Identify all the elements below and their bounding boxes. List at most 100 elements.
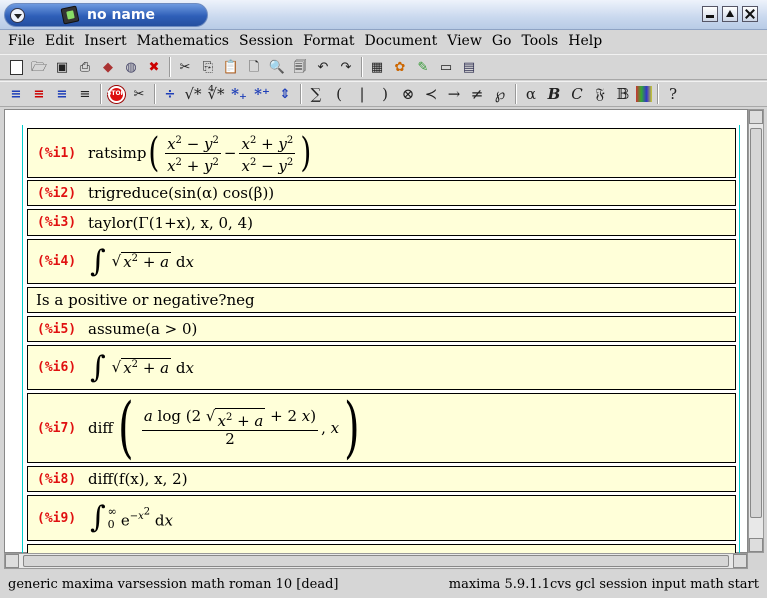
nth-root-icon[interactable]: ∜*: [206, 84, 226, 104]
scroll-down-icon[interactable]: [749, 538, 763, 552]
align-right-icon[interactable]: ≡: [52, 84, 72, 104]
stop-icon[interactable]: STOP: [106, 84, 126, 104]
paste-icon[interactable]: 📋: [221, 57, 241, 77]
find-replace-icon[interactable]: 🗐: [290, 57, 310, 77]
status-bar: generic maxima varsession math roman 10 …: [0, 570, 767, 598]
scroll-thumb[interactable]: [23, 555, 729, 567]
menu-go[interactable]: Go: [487, 33, 517, 49]
session-cell[interactable]: (%i7) diff ( a log (2 √ x2 + a + 2 x) 2 ,…: [27, 393, 736, 463]
minimize-button[interactable]: [702, 6, 718, 22]
left-paren-icon[interactable]: (: [329, 84, 349, 104]
above-below-icon[interactable]: ⇕: [275, 84, 295, 104]
menu-tools[interactable]: Tools: [516, 33, 563, 49]
fraction: x2 + y2 x2 − y2: [239, 132, 296, 175]
integral-sign: ∫: [90, 500, 106, 535]
align-left-icon[interactable]: ≡: [6, 84, 26, 104]
cut-icon[interactable]: ✂: [175, 57, 195, 77]
align-center-icon[interactable]: ≡: [29, 84, 49, 104]
session-cell[interactable]: (%i8) diff(f(x), x, 2): [27, 466, 736, 492]
pencil-icon[interactable]: ✎: [413, 57, 433, 77]
right-paren-icon[interactable]: ): [375, 84, 395, 104]
arrow-icon[interactable]: →: [444, 84, 464, 104]
horizontal-scrollbar[interactable]: [4, 553, 748, 569]
book-icon[interactable]: ◆: [98, 57, 118, 77]
table-icon[interactable]: ▦: [367, 57, 387, 77]
session-cell[interactable]: (%i9) ∫ ∞ 0 e−x2 dx: [27, 495, 736, 541]
calligraphic-icon[interactable]: C: [567, 84, 587, 104]
bold-icon[interactable]: B: [544, 84, 564, 104]
fraction-icon[interactable]: ÷: [160, 84, 180, 104]
input-expression[interactable]: ∫ √ x2 + a dx: [88, 352, 194, 383]
window-menu-icon[interactable]: [10, 8, 25, 23]
menu-mathematics[interactable]: Mathematics: [132, 33, 234, 49]
menu-format[interactable]: Format: [298, 33, 359, 49]
undo-icon[interactable]: ↶: [313, 57, 333, 77]
sum-icon[interactable]: ∑: [306, 84, 326, 104]
status-left: generic maxima varsession math roman 10 …: [8, 576, 339, 592]
session-cell[interactable]: (%i3) taylor(Γ(1+x), x, 0, 4): [27, 209, 736, 236]
input-expression[interactable]: diff(f(x), x, 2): [88, 470, 188, 488]
search-icon[interactable]: 🔍: [267, 57, 287, 77]
prec-icon[interactable]: ≺: [421, 84, 441, 104]
scroll-thumb[interactable]: [750, 128, 762, 518]
input-expression[interactable]: trigreduce(sin(α) cos(β)): [88, 184, 274, 202]
open-icon[interactable]: 🗁: [29, 57, 49, 77]
toolbar-separator: [361, 57, 363, 77]
input-prompt: (%i1): [37, 145, 77, 161]
input-expression[interactable]: diff ( a log (2 √ x2 + a + 2 x) 2 , x ): [88, 395, 365, 461]
print-icon[interactable]: ⎙: [75, 57, 95, 77]
session-cell[interactable]: (%i5) assume(a > 0): [27, 316, 736, 342]
sqrt-icon[interactable]: √*: [183, 84, 203, 104]
scroll-left-icon[interactable]: [5, 554, 19, 568]
close-button[interactable]: [742, 6, 758, 22]
print-preview-icon[interactable]: 🗋: [244, 57, 264, 77]
menu-help[interactable]: Help: [563, 33, 607, 49]
fraction: x2 − y2 x2 + y2: [165, 132, 221, 175]
justify-icon[interactable]: ≡: [75, 84, 95, 104]
palette-icon[interactable]: ✿: [390, 57, 410, 77]
greek-alpha-icon[interactable]: α: [521, 84, 541, 104]
help-icon[interactable]: ?: [663, 84, 683, 104]
menu-insert[interactable]: Insert: [79, 33, 131, 49]
session-cell[interactable]: (%i2) trigreduce(sin(α) cos(β)): [27, 180, 736, 206]
window-icon[interactable]: ▭: [436, 57, 456, 77]
window-title-pill[interactable]: no name: [4, 3, 208, 27]
session-cell[interactable]: (%i6) ∫ √ x2 + a dx: [27, 345, 736, 390]
input-expression[interactable]: ∫ √ x2 + a dx: [88, 246, 194, 277]
menu-view[interactable]: View: [442, 33, 487, 49]
subscript-icon[interactable]: *₊: [229, 84, 249, 104]
input-expression[interactable]: taylor(Γ(1+x), x, 0, 4): [88, 214, 253, 232]
maximize-button[interactable]: [722, 6, 738, 22]
fraktur-icon[interactable]: 𝔉: [590, 84, 610, 104]
bar-icon[interactable]: |: [352, 84, 372, 104]
redo-icon[interactable]: ↷: [336, 57, 356, 77]
menu-edit[interactable]: Edit: [40, 33, 79, 49]
scroll-up-icon[interactable]: [749, 110, 763, 124]
copy-icon[interactable]: ⎘: [198, 57, 218, 77]
input-prompt: (%i2): [37, 185, 77, 201]
neq-icon[interactable]: ≠: [467, 84, 487, 104]
superscript-icon[interactable]: *⁺: [252, 84, 272, 104]
menu-session[interactable]: Session: [234, 33, 298, 49]
terminal-icon[interactable]: ▤: [459, 57, 479, 77]
menu-document[interactable]: Document: [359, 33, 442, 49]
cancel-x-icon[interactable]: ✖: [144, 57, 164, 77]
new-document-icon[interactable]: [6, 57, 26, 77]
globe-icon[interactable]: ◍: [121, 57, 141, 77]
input-expression[interactable]: ∫ ∞ 0 e−x2 dx: [88, 503, 173, 533]
scroll-right-icon[interactable]: [733, 554, 747, 568]
vertical-scrollbar[interactable]: [748, 109, 764, 553]
session-cell[interactable]: (%i4) ∫ √ x2 + a dx: [27, 239, 736, 284]
session-cell[interactable]: (%i1) ratsimp ( x2 − y2 x2 + y2 − x2 + y2…: [27, 128, 736, 178]
save-icon[interactable]: ▣: [52, 57, 72, 77]
menu-file[interactable]: File: [3, 33, 40, 49]
weierstrass-icon[interactable]: ℘: [490, 84, 510, 104]
blackboard-icon[interactable]: 𝔹: [613, 84, 633, 104]
input-expression[interactable]: ratsimp ( x2 − y2 x2 + y2 − x2 + y2 x2 − y…: [88, 132, 314, 175]
color-grid-icon[interactable]: [636, 86, 652, 102]
input-expression[interactable]: assume(a > 0): [88, 320, 197, 338]
otimes-icon[interactable]: ⊗: [398, 84, 418, 104]
prompt-question[interactable]: Is a positive or negative?neg: [27, 287, 736, 313]
menu-bar: File Edit Insert Mathematics Session For…: [0, 30, 767, 52]
scissors-icon[interactable]: ✂: [129, 84, 149, 104]
